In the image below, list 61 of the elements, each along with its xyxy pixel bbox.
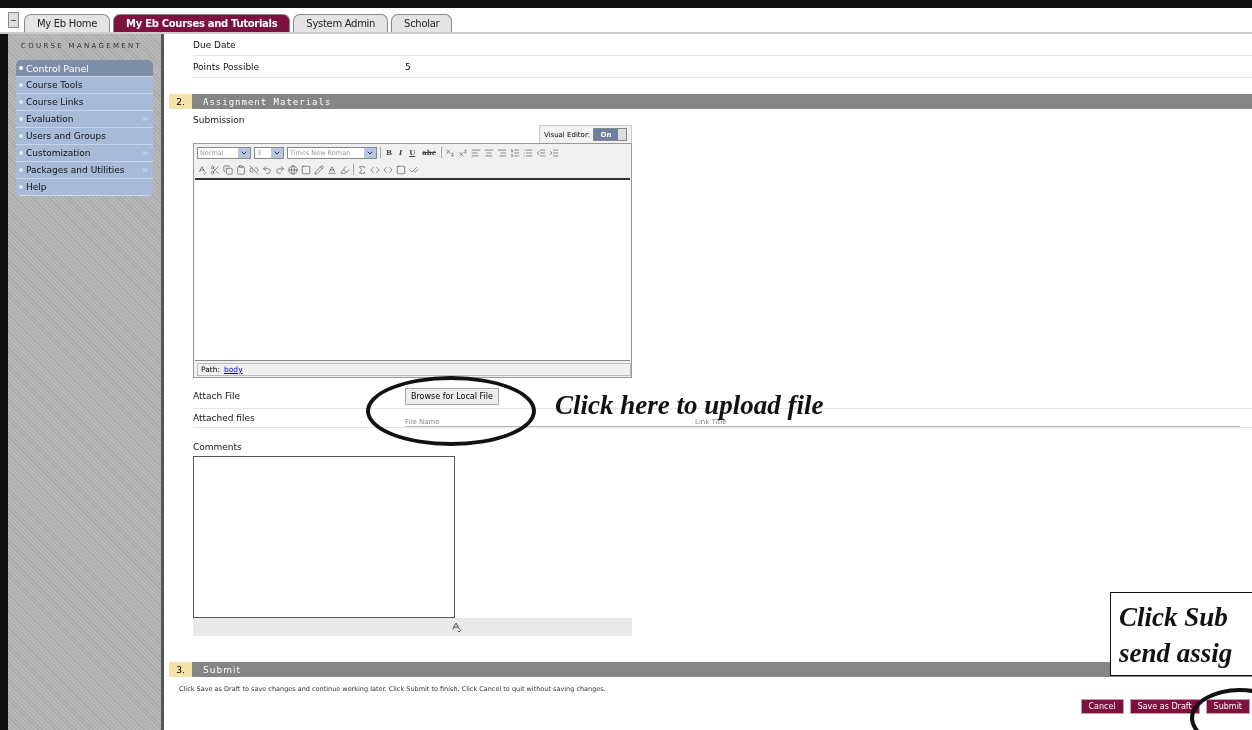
action-button[interactable]: Submit (1205, 699, 1250, 714)
scissors-icon[interactable] (210, 164, 220, 175)
pencil-icon[interactable] (314, 164, 324, 175)
bullet-list-icon[interactable] (523, 147, 533, 158)
sidebar-item[interactable]: Course Links (16, 94, 153, 111)
highlighter-icon[interactable] (340, 164, 350, 175)
paste-icon[interactable] (236, 164, 246, 175)
sigma-icon[interactable] (357, 164, 367, 175)
code-icon[interactable] (370, 164, 380, 175)
outdent-icon[interactable] (536, 147, 546, 158)
field-label: Comments (193, 442, 243, 452)
tab[interactable]: Scholar (391, 14, 453, 32)
double-check-icon[interactable] (409, 164, 419, 175)
indent-icon[interactable] (549, 147, 559, 158)
tab[interactable]: My Eb Courses and Tutorials (113, 14, 291, 32)
field-label: Attached files (193, 413, 256, 423)
undo-icon[interactable] (262, 164, 272, 175)
sidebar-item[interactable]: Customization (16, 145, 153, 162)
align-left-icon[interactable] (471, 147, 481, 158)
section-number: 2. (169, 94, 192, 109)
menu-icon[interactable] (8, 12, 19, 28)
comments-field[interactable] (193, 456, 455, 618)
submenu-icon[interactable] (141, 149, 149, 157)
submenu-icon[interactable] (141, 115, 149, 123)
sidebar-item[interactable]: Evaluation (16, 111, 153, 128)
spellcheck-icon[interactable] (450, 621, 462, 633)
superscript-icon[interactable] (458, 147, 468, 158)
code-icon[interactable] (383, 164, 393, 175)
browse-button[interactable]: Browse for Local File (405, 387, 499, 405)
sidebar-item[interactable]: Course Tools (16, 77, 153, 94)
tab[interactable]: System Admin (293, 14, 389, 32)
subscript-icon[interactable] (445, 147, 455, 158)
field-label: Attach File (193, 391, 242, 401)
globe-icon[interactable] (288, 164, 298, 175)
chevron-down-icon[interactable] (364, 147, 376, 158)
sidebar-item[interactable]: Packages and Utilities (16, 162, 153, 179)
sidebar-item[interactable]: Help (16, 179, 153, 196)
align-center-icon[interactable] (484, 147, 494, 158)
spellcheck-icon[interactable] (197, 164, 207, 175)
field-label: Submission (193, 115, 246, 125)
section-number: 3. (169, 662, 192, 677)
square-icon[interactable] (301, 164, 311, 175)
redo-icon[interactable] (275, 164, 285, 175)
action-button[interactable]: Save as Draft (1129, 699, 1200, 714)
field-label: Points Possible (193, 61, 261, 72)
callout-text: Click Sub (1119, 601, 1229, 634)
align-right-icon[interactable] (497, 147, 507, 158)
text-color-icon[interactable] (327, 164, 337, 175)
chevron-down-icon[interactable] (271, 147, 283, 158)
sidebar-item[interactable]: Users and Groups (16, 128, 153, 145)
submenu-icon[interactable] (141, 166, 149, 174)
chevron-down-icon[interactable] (238, 147, 250, 158)
action-button[interactable]: Cancel (1080, 699, 1124, 714)
unlink-icon[interactable] (249, 164, 259, 175)
numbered-list-icon[interactable] (510, 147, 520, 158)
square-icon[interactable] (396, 164, 406, 175)
field-value: 5 (405, 61, 412, 72)
section-title: Assignment Materials (192, 94, 1252, 109)
field-label: Due Date (193, 39, 237, 50)
tab[interactable]: My Eb Home (24, 14, 111, 32)
copy-icon[interactable] (223, 164, 233, 175)
